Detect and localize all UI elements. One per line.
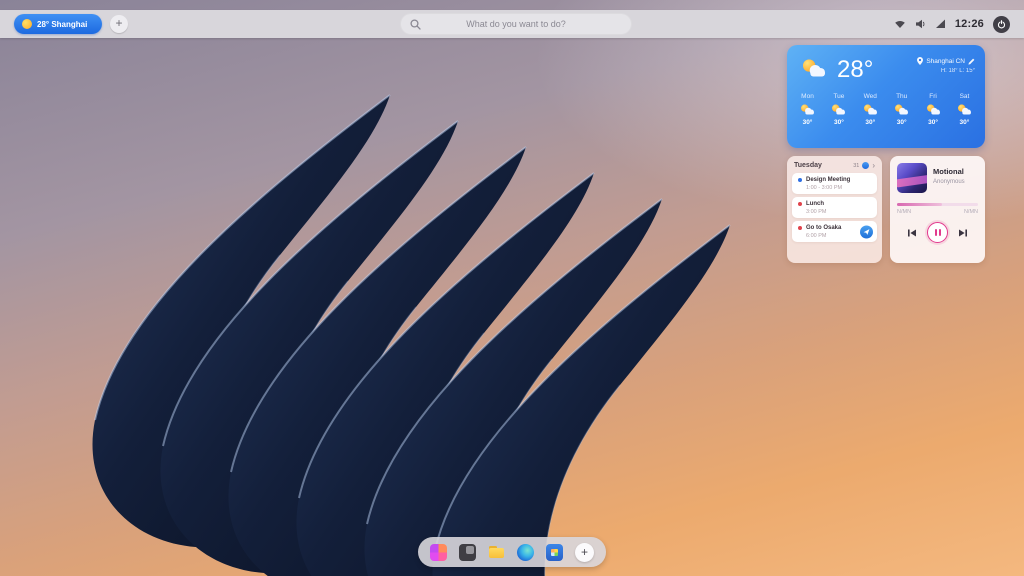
calendar-event[interactable]: Go to Osaka 6:00 PM [792, 221, 877, 242]
clock[interactable]: 12:26 [955, 18, 984, 30]
dock-icon-gallery[interactable] [546, 544, 563, 561]
dock-add-button[interactable]: + [575, 543, 594, 562]
calendar-event[interactable]: Lunch 3:00 PM [792, 197, 877, 218]
add-widget-button[interactable]: + [110, 15, 128, 33]
desktop: 28° Shanghai + 12:26 [0, 0, 1024, 576]
top-bar: 28° Shanghai + 12:26 [0, 10, 1024, 38]
day-temp: 30° [928, 119, 938, 126]
day-temp: 30° [960, 119, 970, 126]
high-low-label: H: 18° L: 15° [917, 68, 975, 74]
calendar-title: Tuesday [794, 162, 822, 169]
location-pin-icon [917, 57, 923, 65]
event-color-dot [798, 226, 802, 230]
volume-icon[interactable] [915, 19, 926, 29]
event-title: Go to Osaka [806, 225, 841, 231]
dock-icon-files[interactable] [488, 544, 505, 561]
chevron-right-icon[interactable]: › [872, 162, 875, 169]
day-temp: 30° [897, 119, 907, 126]
search-bar[interactable] [400, 13, 632, 35]
previous-track-button[interactable] [907, 228, 917, 238]
current-temperature: 28° [837, 57, 873, 83]
dock-icon-terminal[interactable] [459, 544, 476, 561]
progress-bar[interactable] [897, 203, 978, 206]
sun-cloud-icon [799, 103, 816, 116]
sun-cloud-icon [925, 103, 942, 116]
pause-button[interactable] [927, 222, 948, 243]
status-tray: 12:26 [894, 10, 1010, 38]
event-time: 1:00 - 3:00 PM [806, 185, 872, 191]
weather-chip-label: 28° Shanghai [37, 20, 87, 29]
wifi-icon[interactable] [894, 19, 906, 29]
plane-icon [863, 228, 870, 235]
power-button[interactable] [993, 16, 1010, 33]
weather-widget[interactable]: 28° Shanghai CN H: 18° L: 15° Mon [787, 45, 985, 148]
cellular-signal-icon[interactable] [935, 19, 946, 29]
forecast-day: Fri 30° [925, 93, 942, 126]
folder-body [489, 548, 504, 558]
dock-icon-app-grid[interactable] [430, 544, 447, 561]
track-title: Motional [933, 167, 965, 176]
event-color-dot [798, 202, 802, 206]
day-label: Mon [801, 93, 814, 100]
forecast-row: Mon 30° Tue 30° Wed 30° Thu 30° Fri [787, 83, 985, 126]
dock: + [418, 537, 606, 567]
day-temp: 30° [865, 119, 875, 126]
calendar-date-label: 31 [853, 163, 859, 169]
location-label: Shanghai CN [926, 58, 965, 65]
sun-cloud-icon [830, 103, 847, 116]
day-label: Tue [833, 93, 844, 100]
travel-badge [860, 225, 873, 238]
calendar-event[interactable]: Design Meeting 1:00 - 3:00 PM [792, 173, 877, 194]
search-input[interactable] [400, 13, 632, 35]
day-label: Thu [896, 93, 907, 100]
day-label: Sat [960, 93, 970, 100]
track-artist: Anonymous [933, 179, 965, 185]
event-time: 3:00 PM [806, 209, 872, 215]
day-label: Wed [864, 93, 877, 100]
day-label: Fri [929, 93, 937, 100]
sun-cloud-icon [799, 57, 829, 79]
sun-cloud-icon [893, 103, 910, 116]
event-title: Lunch [806, 201, 824, 207]
forecast-day: Thu 30° [893, 93, 910, 126]
edit-pencil-icon[interactable] [968, 58, 975, 65]
next-track-button[interactable] [958, 228, 968, 238]
day-temp: 30° [803, 119, 813, 126]
sun-cloud-icon [956, 103, 973, 116]
album-art [897, 163, 927, 193]
forecast-day: Mon 30° [799, 93, 816, 126]
forecast-day: Wed 30° [862, 93, 879, 126]
sun-icon [22, 19, 32, 29]
weather-chip[interactable]: 28° Shanghai [14, 14, 102, 34]
dock-icon-browser[interactable] [517, 544, 534, 561]
time-elapsed: N/MN [897, 209, 911, 215]
calendar-widget[interactable]: Tuesday 31 › Design Meeting 1:00 - 3:00 … [787, 156, 882, 263]
notification-dot-icon [862, 162, 869, 169]
time-remaining: N/MN [964, 209, 978, 215]
day-temp: 30° [834, 119, 844, 126]
music-widget[interactable]: Motional Anonymous N/MN N/MN [890, 156, 985, 263]
event-color-dot [798, 178, 802, 182]
progress-fill [897, 203, 942, 206]
forecast-day: Tue 30° [830, 93, 847, 126]
sun-cloud-icon [862, 103, 879, 116]
event-title: Design Meeting [806, 177, 850, 183]
forecast-day: Sat 30° [956, 93, 973, 126]
power-icon [997, 20, 1006, 29]
